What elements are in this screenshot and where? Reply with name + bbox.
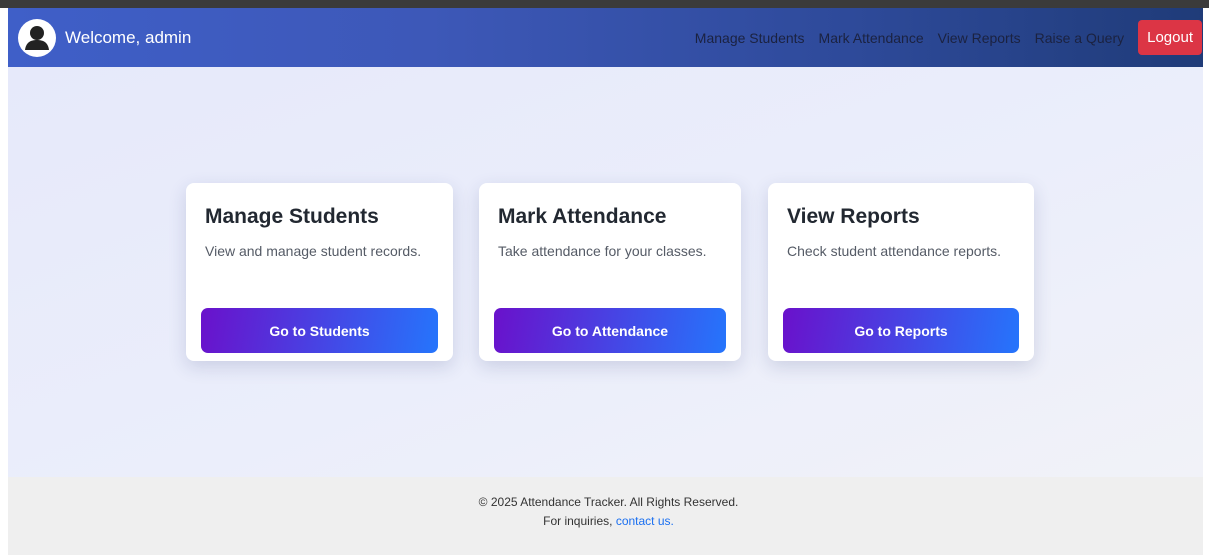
go-to-students-button[interactable]: Go to Students <box>201 308 438 353</box>
copyright-text: © 2025 Attendance Tracker. All Rights Re… <box>478 495 739 509</box>
contact-us-link[interactable]: contact us. <box>616 514 674 528</box>
window-top-strip <box>0 0 1209 8</box>
go-to-reports-button[interactable]: Go to Reports <box>783 308 1019 353</box>
go-to-attendance-button[interactable]: Go to Attendance <box>494 308 726 353</box>
logout-button[interactable]: Logout <box>1138 20 1202 55</box>
nav-link-raise-query[interactable]: Raise a Query <box>1035 30 1124 46</box>
window-right-edge <box>1203 8 1209 555</box>
nav-link-view-reports[interactable]: View Reports <box>938 30 1021 46</box>
navbar: Welcome, admin Manage Students Mark Atte… <box>8 8 1209 67</box>
welcome-text: Welcome, admin <box>65 27 192 47</box>
navbar-brand: Welcome, admin <box>18 18 192 57</box>
card-description: Check student attendance reports. <box>787 243 1002 259</box>
card-description: Take attendance for your classes. <box>498 243 707 259</box>
nav-link-mark-attendance[interactable]: Mark Attendance <box>819 30 924 46</box>
card-title: Mark Attendance <box>498 205 667 228</box>
card-manage-students: Manage Students View and manage student … <box>186 183 453 361</box>
inquiry-prefix: For inquiries, <box>543 514 613 528</box>
nav-link-manage-students[interactable]: Manage Students <box>695 30 805 46</box>
nav-links: Manage Students Mark Attendance View Rep… <box>695 20 1202 55</box>
person-silhouette-icon <box>20 20 54 55</box>
card-mark-attendance: Mark Attendance Take attendance for your… <box>479 183 741 361</box>
card-title: View Reports <box>787 205 920 228</box>
inquiry-line: For inquiries, contact us. <box>8 514 1209 528</box>
card-title: Manage Students <box>205 205 379 228</box>
user-avatar-icon[interactable] <box>18 18 56 57</box>
card-view-reports: View Reports Check student attendance re… <box>768 183 1034 361</box>
dashboard-main: Manage Students View and manage student … <box>8 67 1209 477</box>
card-description: View and manage student records. <box>205 243 422 259</box>
footer: © 2025 Attendance Tracker. All Rights Re… <box>8 477 1209 555</box>
